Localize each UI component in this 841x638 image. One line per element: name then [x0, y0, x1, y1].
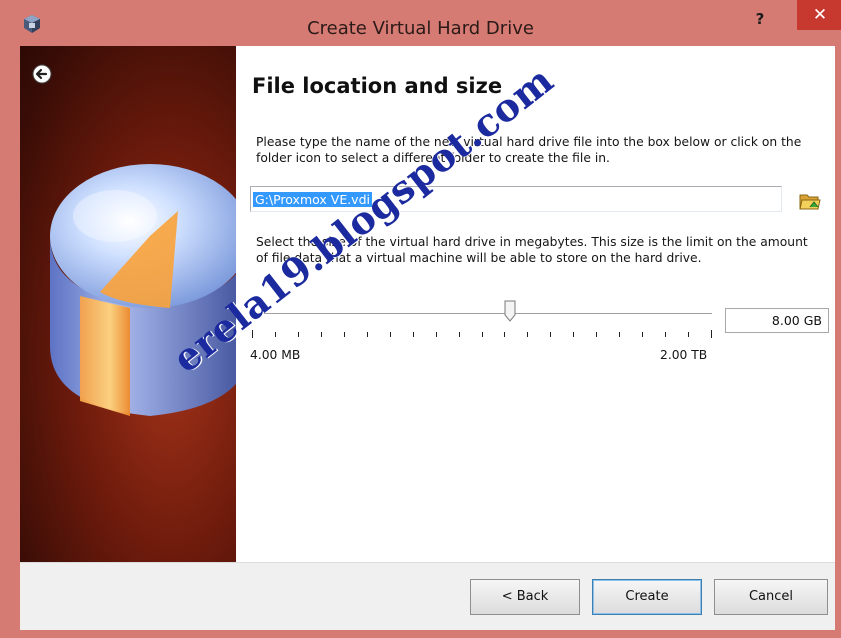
slider-tick [527, 332, 528, 337]
slider-tick [550, 332, 551, 337]
slider-tick [459, 332, 460, 337]
slider-tick [711, 330, 712, 338]
window-title: Create Virtual Hard Drive [307, 18, 534, 39]
hard-disk-illustration [50, 164, 236, 416]
cancel-button[interactable]: Cancel [714, 579, 828, 615]
slider-tick [482, 332, 483, 337]
slider-tick [688, 332, 689, 337]
file-path-field[interactable]: G:\Proxmox VE.vdi [250, 186, 782, 212]
slider-tick [344, 332, 345, 337]
close-button[interactable]: ✕ [797, 0, 841, 30]
slider-tick [275, 332, 276, 337]
slider-tick [390, 332, 391, 337]
slider-tick [619, 332, 620, 337]
slider-tick [642, 332, 643, 337]
dialog-window: Create Virtual Hard Drive ? ✕ File locat… [0, 0, 841, 638]
size-slider[interactable] [252, 300, 712, 342]
slider-tick [298, 332, 299, 337]
back-arrow-icon[interactable] [32, 64, 52, 84]
slider-tick [573, 332, 574, 337]
slider-tick [504, 332, 505, 337]
folder-open-icon[interactable] [798, 190, 822, 212]
slider-tick [665, 332, 666, 337]
dialog-client-area: File location and size Please type the n… [20, 46, 835, 630]
back-button[interactable]: < Back [470, 579, 580, 615]
button-bar: < Back Create Cancel [20, 562, 835, 630]
slider-tick [596, 332, 597, 337]
location-description: Please type the name of the new virtual … [256, 135, 802, 165]
slider-tick [436, 332, 437, 337]
help-button[interactable]: ? [745, 8, 775, 30]
slider-tick [413, 332, 414, 337]
wizard-page: File location and size Please type the n… [32, 46, 835, 562]
slider-track[interactable] [252, 313, 712, 315]
slider-max-label: 2.00 TB [660, 348, 708, 362]
title-bar[interactable]: Create Virtual Hard Drive ? ✕ [0, 0, 841, 46]
slider-tick [367, 332, 368, 337]
page-heading: File location and size [252, 74, 503, 98]
create-button[interactable]: Create [592, 579, 702, 615]
slider-tick [321, 332, 322, 337]
wizard-banner-image [20, 46, 236, 562]
slider-thumb[interactable] [504, 300, 516, 322]
size-input[interactable]: 8.00 GB [725, 308, 829, 333]
slider-min-label: 4.00 MB [250, 348, 301, 362]
